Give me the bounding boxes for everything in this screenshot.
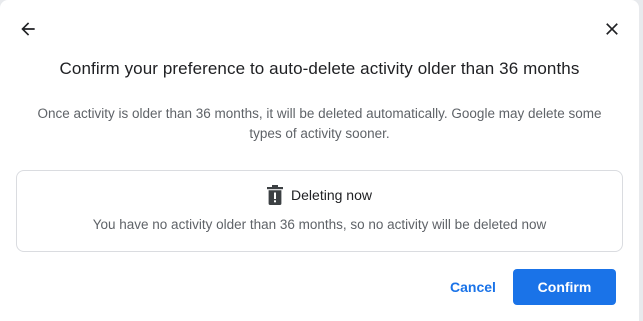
dialog-description: Once activity is older than 36 months, i… (37, 106, 602, 141)
confirm-button[interactable]: Confirm (513, 269, 616, 305)
close-button[interactable] (598, 15, 626, 43)
dialog-title: Confirm your preference to auto-delete a… (59, 59, 580, 78)
status-heading: Deleting now (291, 187, 372, 203)
close-icon (606, 23, 618, 35)
trash-icon (267, 185, 284, 205)
deleting-now-card: Deleting now You have no activity older … (16, 170, 623, 252)
back-button[interactable] (14, 15, 42, 43)
cancel-button[interactable]: Cancel (438, 270, 508, 304)
arrow-back-icon (21, 22, 35, 36)
status-text: You have no activity older than 36 month… (92, 217, 547, 232)
status-header: Deleting now (17, 185, 622, 205)
auto-delete-confirm-dialog: Confirm your preference to auto-delete a… (0, 0, 639, 321)
